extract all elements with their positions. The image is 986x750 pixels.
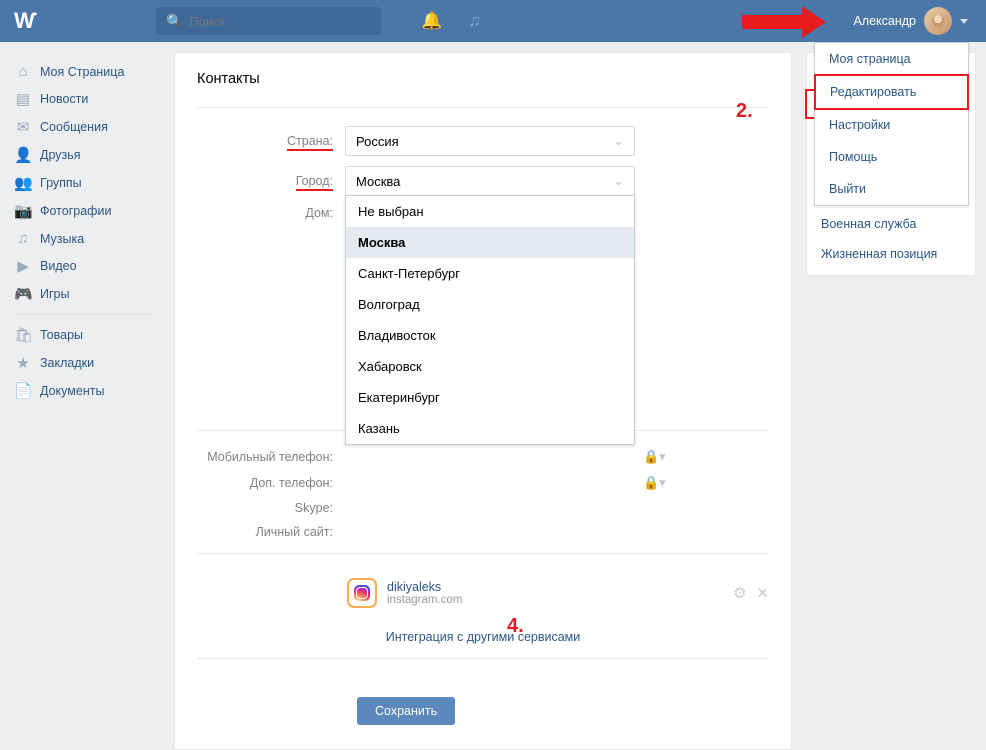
country-value: Россия (356, 134, 399, 149)
nav-games[interactable]: 🎮 Игры (10, 280, 160, 308)
news-icon: ▤ (14, 90, 32, 108)
nav-friends[interactable]: 👤 Друзья (10, 141, 160, 169)
avatar (924, 7, 952, 35)
page-title: Контакты (197, 71, 769, 87)
app-header: Ⱳ 🔍 🔔 ♫ Александр (0, 0, 986, 42)
nav-label: Документы (40, 384, 104, 398)
label-altphone: Доп. телефон: (197, 476, 345, 490)
nav-bookmarks[interactable]: ★ Закладки (10, 349, 160, 377)
docs-icon: 📄 (14, 382, 32, 400)
country-select[interactable]: Россия ⌄ (345, 126, 635, 156)
home-icon: ⌂ (14, 63, 32, 80)
main-content: Контакты Страна: Россия⌄ 3. Город: Москв… (174, 52, 792, 750)
divider (197, 107, 769, 108)
nav-docs[interactable]: 📄 Документы (10, 377, 160, 405)
city-option[interactable]: Волгоград (346, 289, 634, 320)
integration-row: dikiyaleks instagram.com ⚙ ✕ (347, 572, 769, 614)
city-option[interactable]: Москва (346, 227, 634, 258)
notifications-icon[interactable]: 🔔 (421, 11, 442, 31)
label-mobile: Мобильный телефон: (197, 450, 345, 464)
lock-icon[interactable]: 🔒▾ (643, 449, 666, 465)
label-house: Дом: (197, 206, 345, 220)
nav-video[interactable]: ▶ Видео (10, 252, 160, 280)
dd-my-page[interactable]: Моя страница (815, 43, 968, 75)
dd-edit[interactable]: Редактировать (814, 74, 969, 110)
chevron-down-icon: ⌄ (613, 173, 624, 189)
city-option[interactable]: Екатеринбург (346, 382, 634, 413)
messages-icon: ✉ (14, 118, 32, 136)
games-icon: 🎮 (14, 285, 32, 303)
nav-messages[interactable]: ✉ Сообщения (10, 113, 160, 141)
nav-label: Новости (40, 92, 88, 106)
market-icon: 🛍 (14, 326, 32, 344)
city-option[interactable]: Санкт-Петербург (346, 258, 634, 289)
video-icon: ▶ (14, 257, 32, 275)
nav-label: Фотографии (40, 204, 111, 218)
nav-label: Группы (40, 176, 82, 190)
nav-groups[interactable]: 👥 Группы (10, 169, 160, 197)
rn-military[interactable]: Военная служба (807, 209, 975, 239)
nav-label: Моя Страница (40, 65, 124, 79)
music-icon[interactable]: ♫ (468, 11, 481, 31)
photos-icon: 📷 (14, 202, 32, 220)
city-select[interactable]: Москва ⌄ (345, 166, 635, 196)
dd-settings[interactable]: Настройки (815, 109, 968, 141)
dd-logout[interactable]: Выйти (815, 173, 968, 205)
callout-arrow (742, 9, 832, 35)
gear-icon[interactable]: ⚙ (733, 584, 746, 602)
rn-position[interactable]: Жизненная позиция (807, 239, 975, 269)
save-button[interactable]: Сохранить (357, 697, 455, 725)
vk-logo[interactable]: Ⱳ (14, 8, 36, 34)
label-website: Личный сайт: (197, 525, 345, 539)
friends-icon: 👤 (14, 146, 32, 164)
integration-more-link[interactable]: Интеграция с другими сервисами (197, 630, 769, 644)
bookmarks-icon: ★ (14, 354, 32, 372)
nav-label: Закладки (40, 356, 94, 370)
city-value: Москва (356, 174, 400, 189)
city-option[interactable]: Владивосток (346, 320, 634, 351)
nav-label: Сообщения (40, 120, 108, 134)
nav-photos[interactable]: 📷 Фотографии (10, 197, 160, 225)
nav-my-page[interactable]: ⌂ Моя Страница (10, 58, 160, 85)
chevron-down-icon (960, 19, 968, 24)
nav-news[interactable]: ▤ Новости (10, 85, 160, 113)
integration-domain: instagram.com (387, 594, 462, 606)
label-skype: Skype: (197, 501, 345, 515)
chevron-down-icon: ⌄ (613, 133, 624, 149)
groups-icon: 👥 (14, 174, 32, 192)
nav-label: Друзья (40, 148, 81, 162)
instagram-icon (347, 578, 377, 608)
city-option[interactable]: Казань (346, 413, 634, 444)
separator (14, 314, 156, 315)
search-input[interactable] (189, 14, 371, 29)
search-icon: 🔍 (166, 13, 183, 30)
user-menu-trigger[interactable]: Александр (845, 0, 976, 42)
nav-music[interactable]: ♫ Музыка (10, 225, 160, 252)
city-option[interactable]: Хабаровск (346, 351, 634, 382)
city-option[interactable]: Не выбран (346, 196, 634, 227)
left-sidebar: ⌂ Моя Страница ▤ Новости ✉ Сообщения 👤 Друзь… (10, 52, 160, 750)
lock-icon[interactable]: 🔒▾ (643, 475, 666, 491)
close-icon[interactable]: ✕ (756, 584, 769, 602)
nav-label: Игры (40, 287, 69, 301)
label-city: Город: (197, 174, 345, 188)
music-nav-icon: ♫ (14, 230, 32, 247)
nav-label: Видео (40, 259, 77, 273)
divider (197, 553, 769, 554)
user-dropdown: Моя страница Редактировать Настройки Пом… (814, 42, 969, 206)
city-dropdown: Не выбран Москва Санкт-Петербург Волгогр… (345, 195, 635, 445)
username: Александр (853, 14, 916, 28)
divider (197, 658, 769, 659)
nav-label: Товары (40, 328, 83, 342)
dd-help[interactable]: Помощь (815, 141, 968, 173)
integration-name[interactable]: dikiyaleks (387, 580, 462, 594)
nav-label: Музыка (40, 232, 84, 246)
nav-market[interactable]: 🛍 Товары (10, 321, 160, 349)
label-country: Страна: (197, 134, 345, 148)
search-box[interactable]: 🔍 (156, 7, 381, 35)
